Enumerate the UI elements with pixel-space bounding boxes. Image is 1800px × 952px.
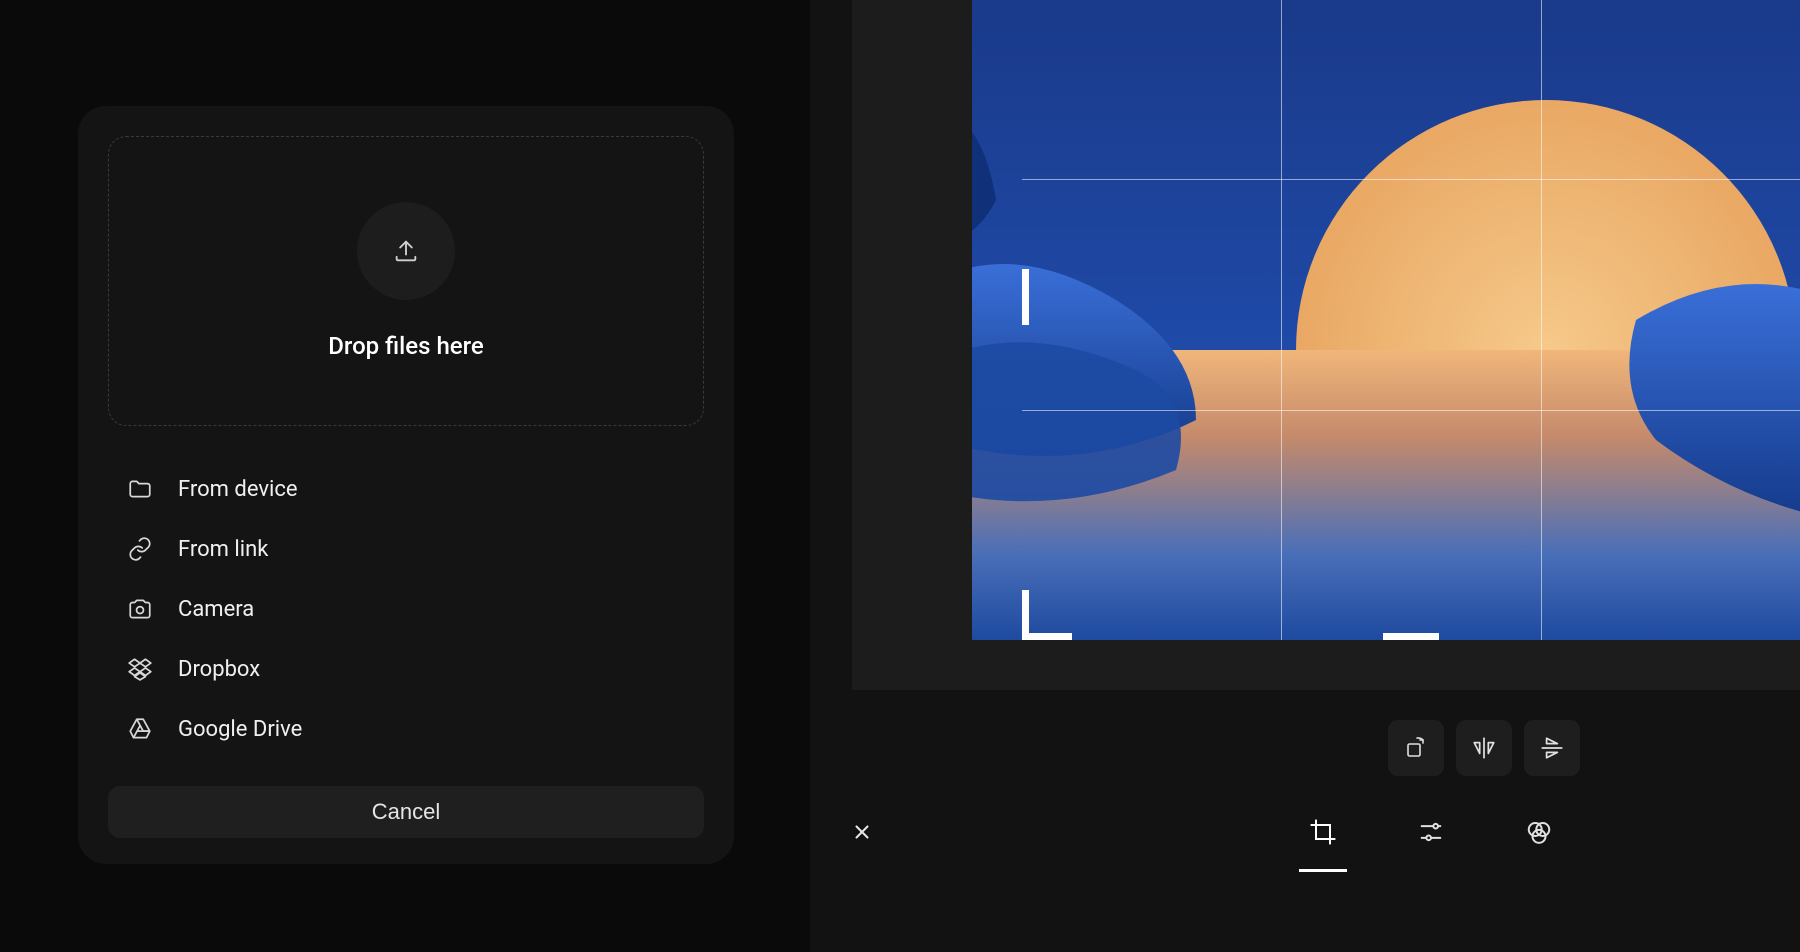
flip-vertical-icon <box>1539 735 1565 761</box>
google-drive-icon <box>126 716 154 742</box>
source-label: Dropbox <box>178 657 260 682</box>
source-from-device[interactable]: From device <box>118 466 704 512</box>
source-label: From link <box>178 537 268 562</box>
rotate-button[interactable] <box>1388 720 1444 776</box>
source-from-link[interactable]: From link <box>118 526 704 572</box>
flip-horizontal-icon <box>1471 735 1497 761</box>
crop-icon <box>1309 818 1337 846</box>
source-label: Google Drive <box>178 717 302 742</box>
close-button[interactable] <box>842 812 882 852</box>
flip-horizontal-button[interactable] <box>1456 720 1512 776</box>
editor-tabs <box>1295 804 1567 860</box>
dropzone[interactable]: Drop files here <box>108 136 704 426</box>
dropzone-label: Drop files here <box>328 332 484 360</box>
filters-icon <box>1524 817 1554 847</box>
camera-icon <box>126 596 154 622</box>
flip-vertical-button[interactable] <box>1524 720 1580 776</box>
tab-filters[interactable] <box>1511 804 1567 860</box>
source-dropbox[interactable]: Dropbox <box>118 646 704 692</box>
source-label: Camera <box>178 597 254 622</box>
source-label: From device <box>178 477 298 502</box>
transform-toolbar <box>1388 720 1580 776</box>
link-icon <box>126 536 154 562</box>
upload-icon <box>392 237 420 265</box>
tab-crop[interactable] <box>1295 804 1351 860</box>
dropbox-icon <box>126 656 154 682</box>
upload-icon-circle <box>357 202 455 300</box>
editor-bottom-bar <box>810 812 1800 852</box>
rotate-icon <box>1404 736 1428 760</box>
editor-image-preview[interactable] <box>972 0 1800 640</box>
editor-panel <box>810 0 1800 952</box>
source-google-drive[interactable]: Google Drive <box>118 706 704 752</box>
tab-adjust[interactable] <box>1403 804 1459 860</box>
folder-icon <box>126 476 154 502</box>
upload-source-list: From device From link Camera <box>108 466 704 776</box>
upload-card: Drop files here From device From link <box>78 106 734 864</box>
editor-canvas-frame <box>852 0 1800 690</box>
sliders-icon <box>1417 818 1445 846</box>
cancel-button[interactable]: Cancel <box>108 786 704 838</box>
close-icon <box>851 821 873 843</box>
source-camera[interactable]: Camera <box>118 586 704 632</box>
